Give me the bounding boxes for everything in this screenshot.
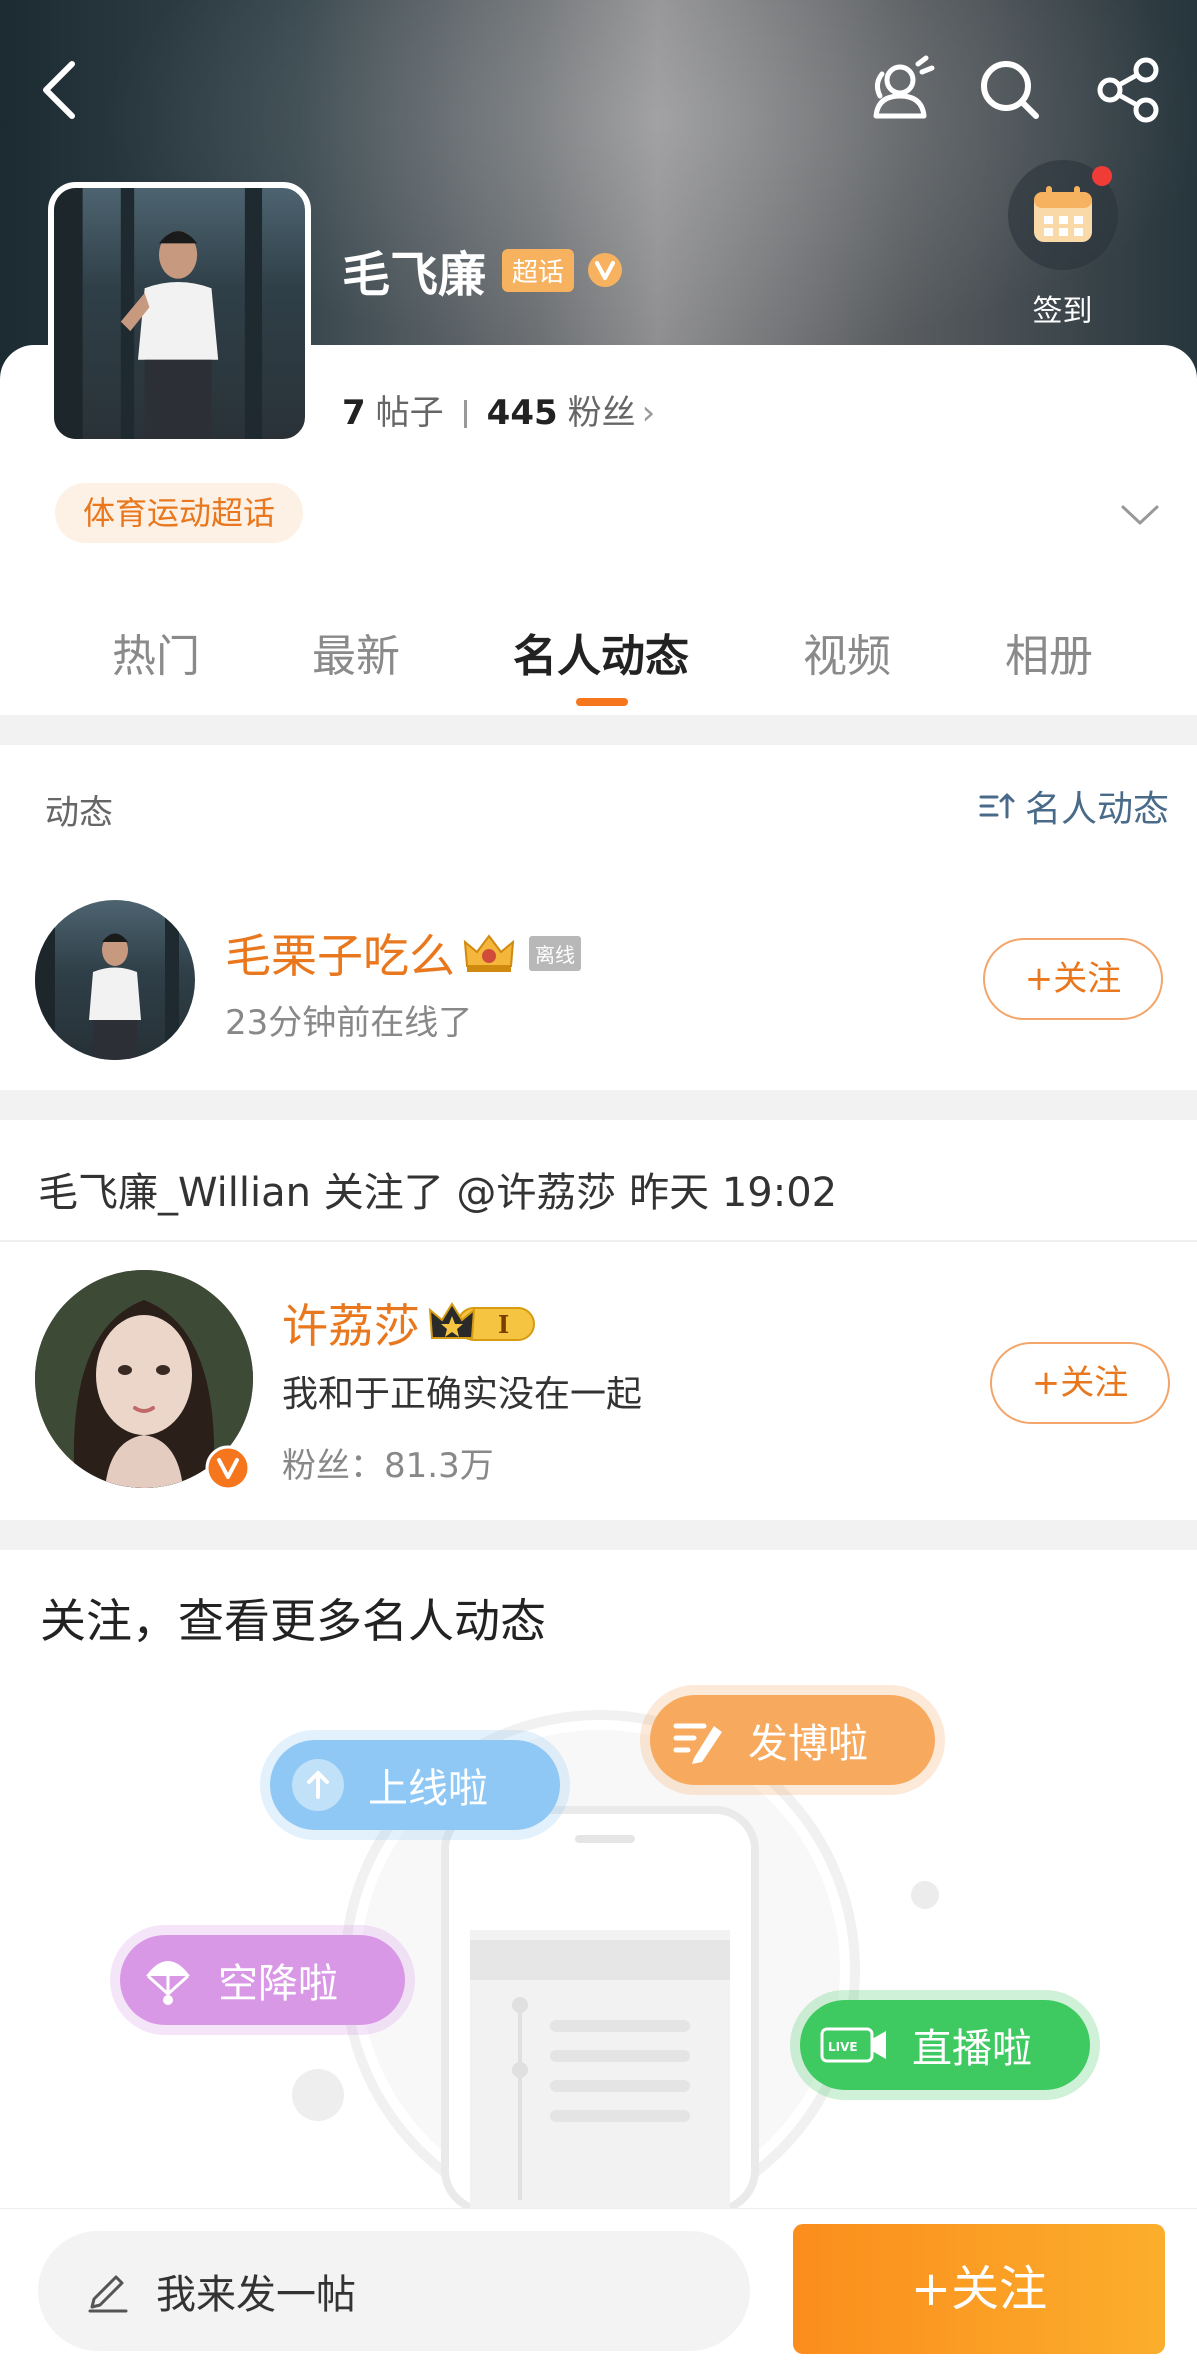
online-status: 23分钟前在线了	[225, 1003, 473, 1043]
search-icon	[981, 61, 1039, 119]
crown-icon	[463, 934, 515, 972]
crown-level-badge-icon: I	[428, 1302, 535, 1341]
back-button[interactable]	[20, 50, 100, 130]
profile-avatar[interactable]	[48, 182, 311, 445]
share-button[interactable]	[1090, 50, 1170, 130]
posts-label: 帖子	[375, 393, 444, 433]
profile-stats[interactable]: 7 帖子 445 粉丝 ›	[342, 385, 655, 434]
post-pill: 发博啦	[650, 1695, 935, 1785]
chevron-left-icon	[43, 61, 75, 119]
active-tab-indicator	[576, 698, 628, 706]
activity-section: 动态 名人动态 毛栗子吃么 离线 23分钟前在线了 +关注	[0, 745, 1197, 1090]
section-title: 动态	[45, 793, 113, 833]
chevron-right-icon: ›	[641, 393, 656, 433]
fans-count: 445	[486, 393, 558, 433]
profile-name: 毛飞廉	[342, 247, 487, 303]
search-button[interactable]	[970, 50, 1050, 130]
category-tag[interactable]: 体育运动超话	[55, 483, 304, 543]
follow-button[interactable]: +关注	[990, 1342, 1170, 1424]
post-pill-label: 发博啦	[748, 1721, 868, 1767]
pencil-icon	[88, 2275, 128, 2313]
follow-event-text: 毛飞廉_Willian 关注了 @许荔莎 昨天 19:02	[38, 1170, 838, 1216]
compose-placeholder: 我来发一帖	[156, 2272, 356, 2318]
post-edit-icon	[673, 1723, 722, 1764]
companion-button[interactable]	[860, 50, 940, 130]
profile-name-row: 毛飞廉 超话	[342, 240, 624, 303]
follow-button[interactable]: +关注	[983, 938, 1163, 1020]
tab-celebrity-activity[interactable]: 名人动态	[513, 620, 689, 684]
stats-separator	[463, 400, 467, 428]
offline-badge: 离线	[529, 935, 581, 971]
followed-user-name[interactable]: 许荔莎	[282, 1290, 420, 1356]
followed-user-name-row: 许荔莎 I	[282, 1290, 538, 1356]
user-name[interactable]: 毛栗子吃么	[225, 920, 455, 986]
tab-album[interactable]: 相册	[1005, 620, 1093, 684]
follow-main-button[interactable]: +关注	[793, 2224, 1165, 2354]
person-photo-icon	[54, 188, 263, 439]
person-photo-icon	[35, 900, 179, 1060]
share-icon	[1097, 57, 1159, 123]
online-pill: 上线啦	[270, 1740, 560, 1830]
notification-dot	[1091, 166, 1112, 186]
level-text: I	[498, 1310, 509, 1339]
live-camera-icon: LIVE	[820, 2027, 886, 2063]
checkin-label: 签到	[1032, 294, 1093, 329]
compose-input[interactable]: 我来发一帖	[38, 2231, 750, 2351]
user-avatar[interactable]	[35, 900, 195, 1060]
user-name-row: 毛栗子吃么 离线	[225, 920, 581, 986]
live-pill-label: 直播啦	[912, 2026, 1032, 2072]
land-pill: 空降啦	[120, 1935, 405, 2025]
followed-user-fans: 粉丝：81.3万	[282, 1446, 494, 1486]
fans-label: 粉丝	[567, 393, 636, 433]
sort-label: 名人动态	[1024, 789, 1169, 830]
checkin-button[interactable]: 签到	[1000, 160, 1125, 335]
checkin-circle	[1007, 160, 1118, 270]
verified-v-icon	[205, 1445, 251, 1491]
promo-title: 关注，查看更多名人动态	[40, 1594, 546, 1648]
followed-user-bio: 我和于正确实没在一起	[282, 1374, 643, 1415]
chaohua-badge: 超话	[502, 248, 575, 292]
promo-section: 关注，查看更多名人动态 上线啦 发博啦 空降啦 LIVE 直播啦	[0, 1550, 1197, 2210]
companion-icon	[873, 55, 935, 119]
live-pill: LIVE 直播啦	[800, 2000, 1090, 2090]
tab-video[interactable]: 视频	[803, 620, 891, 684]
divider	[0, 1240, 1197, 1242]
posts-count: 7	[342, 393, 366, 433]
follow-event-section: 毛飞廉_Willian 关注了 @许荔莎 昨天 19:02 许荔莎 I 我和于正…	[0, 1120, 1197, 1520]
bottom-bar: 我来发一帖 +关注	[0, 2208, 1197, 2376]
tab-hot[interactable]: 热门	[112, 620, 200, 684]
arrow-up-circle-icon	[292, 1759, 344, 1811]
online-pill-label: 上线啦	[368, 1766, 488, 1812]
land-pill-label: 空降啦	[218, 1961, 338, 2007]
parachute-icon	[146, 1961, 190, 2005]
chevron-down-icon[interactable]	[1115, 495, 1165, 535]
calendar-icon	[1033, 186, 1092, 242]
live-icon-text: LIVE	[828, 2040, 858, 2054]
tab-bar: 热门 最新 名人动态 视频 相册	[0, 620, 1197, 710]
sort-icon	[979, 793, 1015, 819]
sort-button[interactable]: 名人动态	[977, 780, 1169, 832]
tab-latest[interactable]: 最新	[312, 620, 400, 684]
verified-v-icon	[588, 253, 623, 287]
